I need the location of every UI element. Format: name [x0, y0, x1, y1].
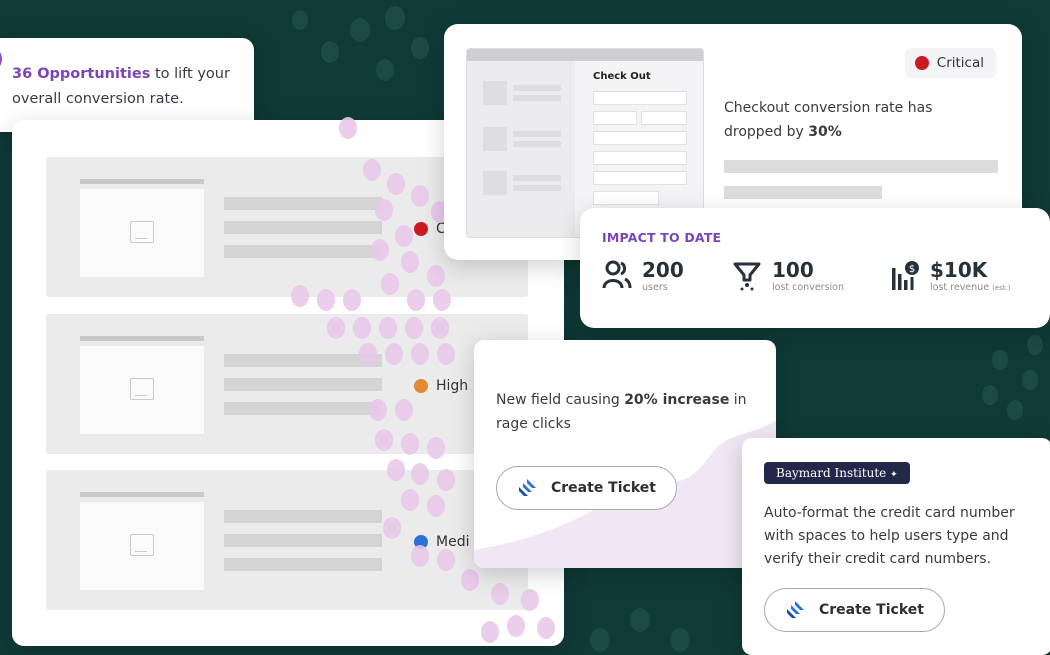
- preview-field: [593, 151, 687, 165]
- funnel-icon: [733, 262, 761, 291]
- preview-line: [513, 85, 561, 91]
- stat-value: $10K: [930, 258, 988, 282]
- create-ticket-button[interactable]: Create Ticket: [764, 588, 945, 632]
- badge-label: Critical: [936, 55, 984, 71]
- critical-badge: Critical: [904, 48, 996, 78]
- button-label: Create Ticket: [551, 480, 656, 496]
- alert-line2: dropped by: [724, 124, 809, 140]
- insight-line2: rage clicks: [496, 416, 571, 432]
- preview-block: [483, 171, 507, 195]
- baymard-logo: Baymard Institute ✦: [764, 462, 910, 484]
- stat-value: 100: [772, 258, 814, 282]
- svg-text:$: $: [909, 264, 915, 275]
- jira-icon: [787, 601, 804, 618]
- create-ticket-button[interactable]: Create Ticket: [496, 466, 677, 510]
- stat-conversion: 100 lost conversion: [732, 258, 844, 293]
- alert-line1: Checkout conversion rate has: [724, 100, 933, 116]
- preview-line: [513, 175, 561, 181]
- preview-field: [593, 131, 687, 145]
- preview-block: [483, 81, 507, 105]
- preview-field: [593, 91, 687, 105]
- preview-line: [513, 185, 561, 191]
- insight-line1-suffix: in: [729, 392, 747, 408]
- logo-sparkle-icon: ✦: [890, 470, 898, 480]
- preview-line: [513, 95, 561, 101]
- preview-field: [593, 191, 659, 205]
- preview-field: [593, 171, 687, 185]
- checkout-alert-text: Checkout conversion rate has dropped by …: [724, 96, 932, 144]
- recommendation-text: Auto-format the credit card number with …: [764, 505, 1015, 567]
- stat-label: lost revenue: [930, 282, 993, 293]
- stat-revenue: $ $10K lost revenue (est.): [890, 258, 1010, 293]
- rage-click-insight-card[interactable]: New field causing 20% increase in rage c…: [474, 340, 776, 568]
- users-icon: [602, 260, 632, 289]
- insight-text: New field causing 20% increase in rage c…: [496, 388, 747, 436]
- stat-label: lost conversion: [772, 282, 844, 293]
- insight-line1: New field causing: [496, 392, 625, 408]
- text-placeholder: [724, 160, 998, 173]
- revenue-chart-icon: $: [892, 261, 919, 290]
- impact-to-date-card: IMPACT TO DATE 200 users 100 lost conversi…: [580, 208, 1050, 328]
- preview-checkout-title: Check Out: [593, 71, 651, 82]
- stat-label: users: [642, 282, 668, 293]
- button-label: Create Ticket: [819, 602, 924, 618]
- preview-sidebar: [467, 61, 575, 237]
- text-placeholder: [724, 186, 882, 199]
- preview-line: [513, 131, 561, 137]
- impact-title: IMPACT TO DATE: [602, 230, 722, 245]
- baymard-recommendation-card[interactable]: Baymard Institute ✦ Auto-format the cred…: [742, 438, 1050, 655]
- browser-bar: [467, 49, 703, 61]
- preview-field: [641, 111, 687, 125]
- trend-area-graphic: [474, 420, 776, 568]
- stat-label-suffix: (est.): [992, 284, 1011, 292]
- alert-percent: 30%: [808, 124, 842, 140]
- critical-dot-icon: [914, 56, 929, 70]
- preview-field: [593, 111, 637, 125]
- stat-users: 200 users: [602, 258, 684, 293]
- stat-value: 200: [642, 258, 684, 282]
- logo-text: Baymard Institute: [776, 466, 887, 480]
- preview-block: [483, 127, 507, 151]
- jira-icon: [519, 479, 536, 496]
- insight-percent: 20% increase: [624, 392, 730, 408]
- preview-line: [513, 141, 561, 147]
